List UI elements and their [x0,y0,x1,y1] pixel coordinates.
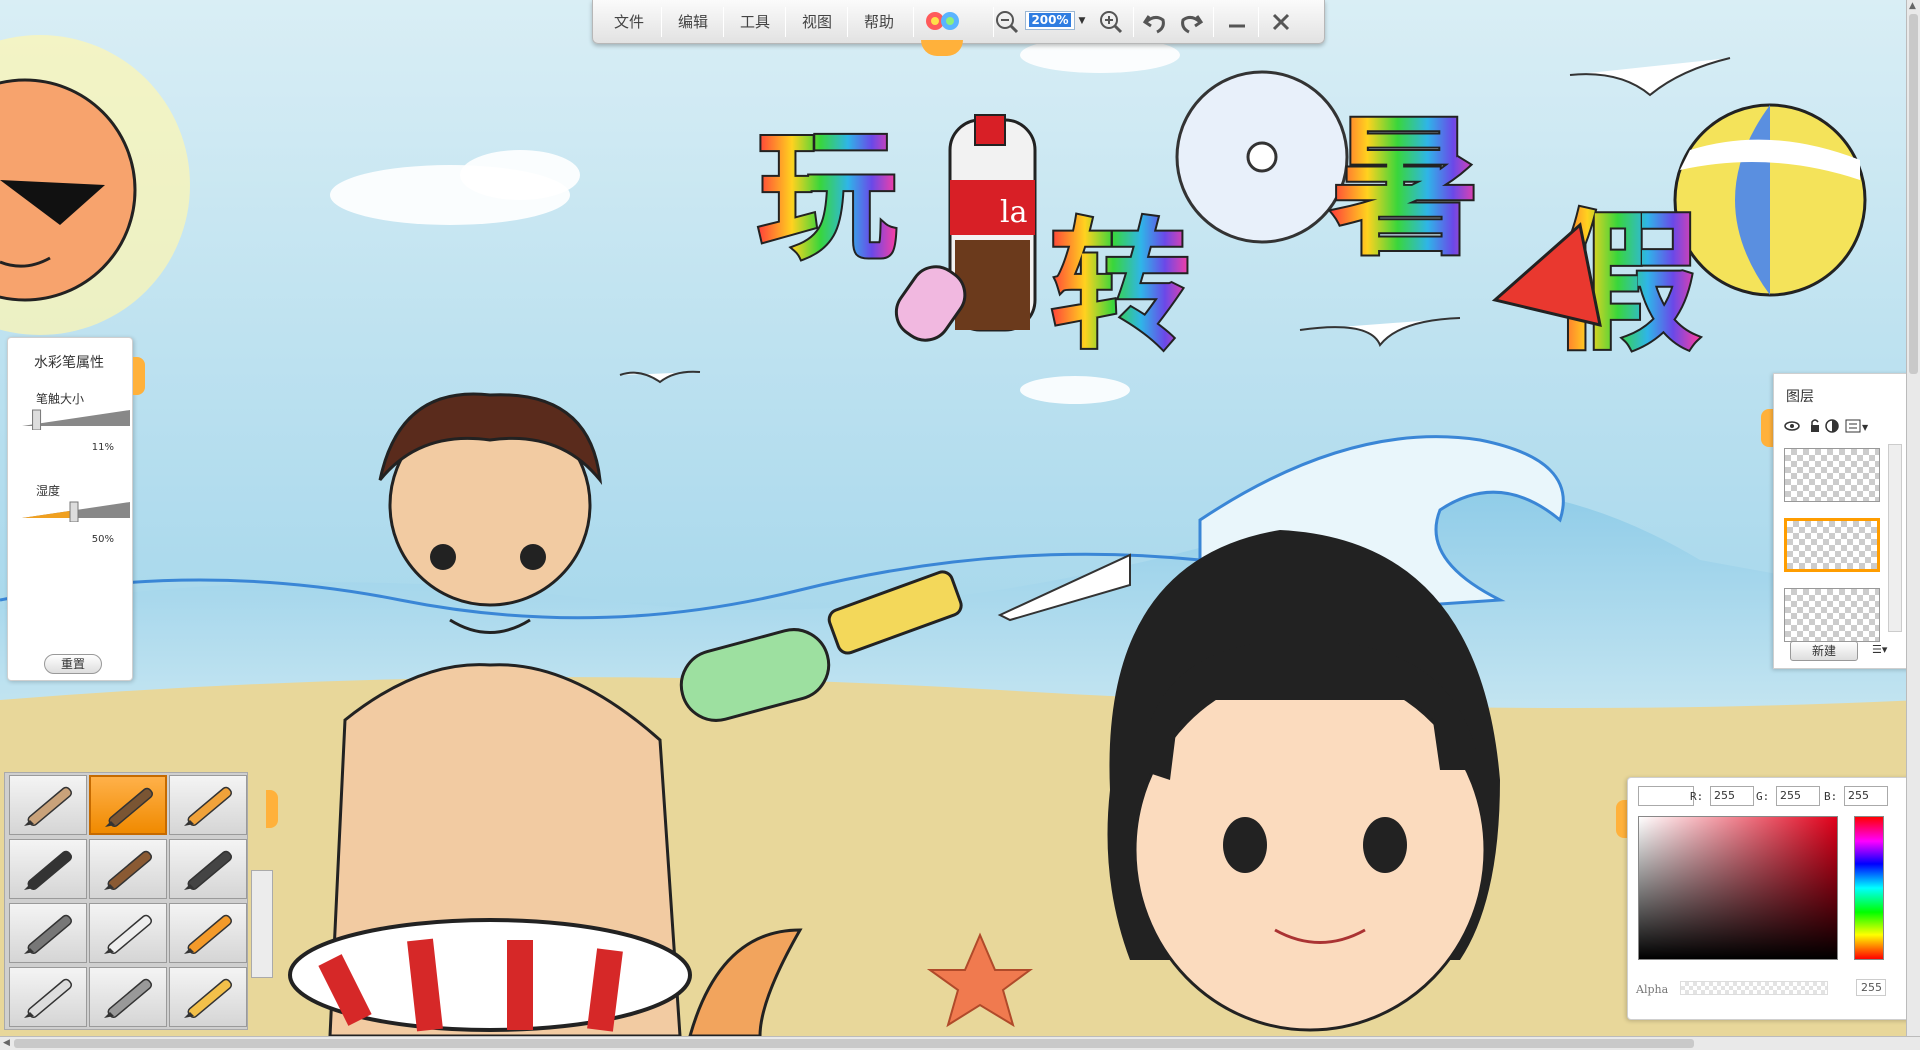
brush-size-label: 笔触大小 [36,392,85,406]
redo-icon[interactable] [1175,6,1207,38]
brush-tool-grid [4,772,248,1030]
horizontal-scrollbar[interactable]: ◀ [0,1036,1920,1050]
fountain-pen-icon[interactable] [9,839,87,899]
reset-button[interactable]: 重置 [44,654,102,674]
zoom-level-field[interactable]: 200% [1025,11,1075,30]
scroll-left-icon[interactable]: ◀ [3,1038,10,1048]
blue-label: B: [1824,790,1838,803]
watercolor-brush-icon[interactable] [89,775,167,835]
layer-thumbnail[interactable] [1784,588,1880,642]
cloud [460,150,580,200]
zoom-level-value: 200% [1029,13,1071,27]
brush-size-value: 11% [91,442,114,453]
alpha-slider[interactable] [1680,981,1828,995]
layer-thumbnail[interactable] [1784,518,1880,572]
layers-panel: 图层 ▼ 新建 ☰▾ [1773,373,1920,669]
brush-properties-panel: 水彩笔属性 笔触大小 11% 湿度 50% 重置 [7,337,133,681]
calligraphy-brush-icon[interactable] [169,839,247,899]
opacity-icon[interactable] [1825,419,1839,433]
zoom-out-icon[interactable] [991,6,1023,38]
wetness-label: 湿度 [36,484,61,498]
palette-knife-icon[interactable] [89,903,167,963]
menu-edit[interactable]: 编辑 [663,0,723,44]
title-char: 玩 [757,116,897,279]
wetness-value: 50% [91,534,114,545]
girl [1107,530,1500,1032]
pencil-brush-icon[interactable] [9,775,87,835]
cloud [1020,376,1130,404]
bottle-label: la [1000,195,1028,230]
flat-brush-icon[interactable] [89,839,167,899]
brush-props-collapse-tab[interactable] [133,357,145,395]
blue-input[interactable]: 255 [1844,786,1888,806]
title-char: 转 [1050,206,1190,369]
green-label: G: [1756,790,1770,803]
paint-roller-icon[interactable] [169,903,247,963]
wetness-slider[interactable] [18,500,130,522]
new-layer-button[interactable]: 新建 [1790,641,1858,661]
menu-help[interactable]: 帮助 [849,0,909,44]
crayon-brush-icon[interactable] [169,775,247,835]
smudge-tool-icon[interactable] [89,967,167,1027]
layers-collapse-tab[interactable] [1761,409,1773,447]
logo-icon[interactable] [923,6,959,38]
current-color-swatch [1638,786,1694,806]
saturation-value-picker[interactable] [1638,816,1838,960]
chevron-down-icon[interactable]: ▼ [1076,12,1088,30]
layer-thumbnail[interactable] [1784,448,1880,502]
hue-slider[interactable] [1854,816,1884,960]
zoom-in-icon[interactable] [1095,6,1127,38]
layer-toolbar: ▼ [1784,419,1869,433]
svg-text:▼: ▼ [1862,423,1869,432]
close-icon[interactable] [1265,6,1297,38]
scroll-thumb[interactable] [1909,14,1918,374]
panel-title: 图层 [1786,389,1814,405]
layer-scrollbar[interactable] [1888,444,1902,632]
undo-icon[interactable] [1139,6,1171,38]
eye-icon[interactable] [1784,421,1800,431]
title-char: 暑 [1330,102,1480,276]
menu-file[interactable]: 文件 [599,0,659,44]
scroll-up-icon[interactable]: ▲ [1909,1,1916,11]
layer-menu-icon[interactable]: ▼ [1845,419,1869,433]
alpha-label: Alpha [1636,983,1669,996]
layer-options-icon[interactable]: ☰▾ [1872,643,1887,656]
marker-icon[interactable] [169,967,247,1027]
brush-grid-collapse-tab[interactable] [266,790,278,828]
color-picker-panel: R: 255 G: 255 B: 255 Alpha 255 [1627,777,1920,1020]
lock-icon[interactable] [1811,419,1819,432]
menu-view[interactable]: 视图 [787,0,847,44]
eraser-icon[interactable] [9,967,87,1027]
minimize-icon[interactable] [1221,6,1253,38]
brush-size-slider[interactable] [18,408,130,430]
scroll-thumb[interactable] [14,1039,1694,1048]
green-input[interactable]: 255 [1776,786,1820,806]
red-label: R: [1690,790,1704,803]
alpha-input[interactable]: 255 [1856,979,1886,996]
brush-variant-strip[interactable] [251,870,273,978]
vertical-scrollbar[interactable]: ▲ [1906,0,1920,1036]
top-menu-bar: 文件 编辑 工具 视图 帮助 200% ▼ [592,0,1325,56]
menu-tools[interactable]: 工具 [725,0,785,44]
panel-title: 水彩笔属性 [34,355,104,371]
airbrush-icon[interactable] [9,903,87,963]
red-input[interactable]: 255 [1710,786,1754,806]
